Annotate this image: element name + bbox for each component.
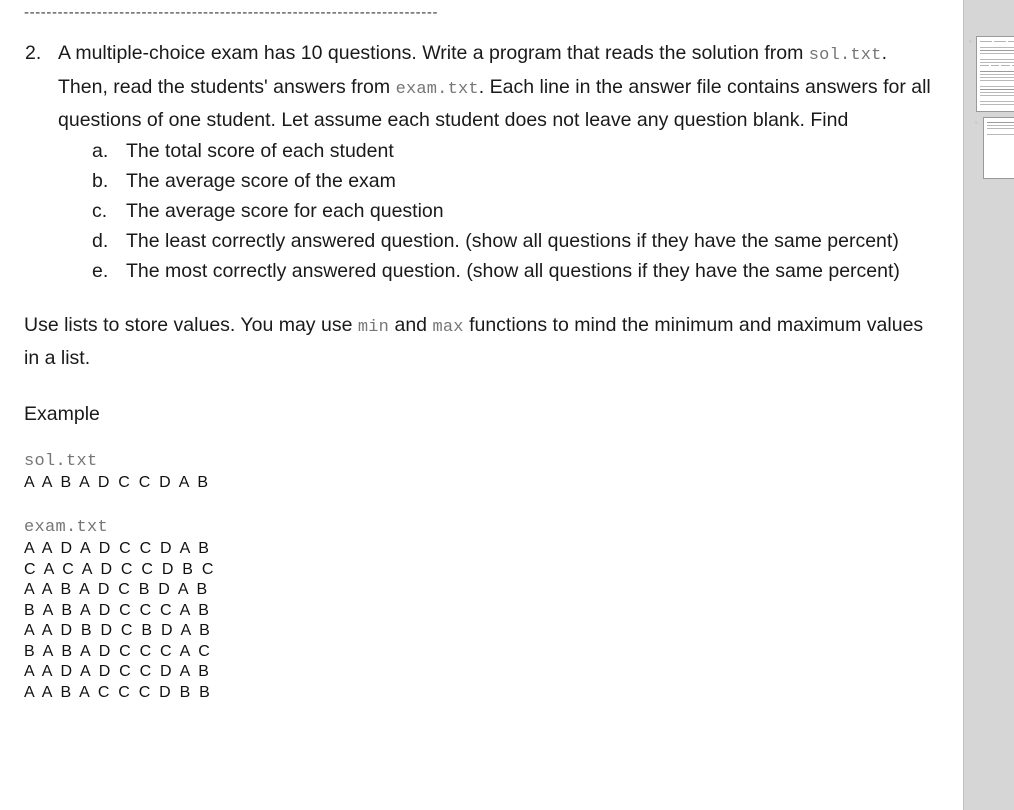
thumb-line [987,134,1014,135]
question-item-2: 2. A multiple-choice exam has 10 questio… [24,38,939,286]
document-page: ----------------------------------------… [0,2,963,703]
horizontal-divider-text: ----------------------------------------… [24,4,439,21]
exam-answer-row: A A B A C C C D B B [24,683,210,701]
thumb-line [980,50,1014,51]
subitem-b-text: The average score of the exam [126,169,396,192]
exam-txt-code-inline: exam.txt [395,79,479,99]
question-list: 2. A multiple-choice exam has 10 questio… [24,38,939,286]
thumb-line [980,101,1014,102]
thumb-line [980,77,1014,78]
subitem-a-marker: a. [92,139,109,162]
thumb-line [980,89,1014,90]
question-body: A multiple-choice exam has 10 questions.… [58,38,939,286]
thumb-line [980,59,1014,60]
document-viewer: ----------------------------------------… [0,0,1014,810]
page-2-tick-marks: ≡ [975,120,979,126]
hint-text-1: Use lists to store values. You may use [24,313,358,336]
thumb-line [980,41,1014,42]
sol-answer-row: A A B A D C C D A B [24,473,209,491]
thumb-line [980,56,1014,57]
sidebar-edge-divider [963,0,964,810]
thumb-line [980,47,1014,48]
exam-answer-row: B A B A D C C C A B [24,601,209,619]
thumb-line [980,83,1014,84]
subitem-b: b. The average score of the exam [58,166,939,196]
exam-file-block: exam.txt A A D A D C C D A B C A C A D C… [24,517,939,703]
thumb-line [987,125,1014,126]
max-code-inline: max [432,317,464,337]
exam-answer-row: A A B A D C B D A B [24,581,208,598]
subitem-a-text: The total score of each student [126,139,394,162]
thumb-line [980,62,1014,63]
thumbnail-page-2[interactable] [983,117,1014,179]
exam-answer-row: A A D A D C C D A B [24,540,209,557]
subitem-e: e. The most correctly answered question.… [58,256,939,286]
thumb-line [980,68,1014,69]
question-subitem-list: a. The total score of each student b. Th… [58,136,939,286]
hint-text-2: and [389,313,433,336]
thumb-line [980,86,1014,87]
sol-txt-code-inline: sol.txt [808,46,882,65]
exam-answer-row: B A B A D C C C A C [24,642,210,660]
subitem-c-text: The average score for each question [126,199,444,222]
subitem-b-marker: b. [92,169,109,192]
exam-answer-row: C A C A D C C D B C [24,560,214,578]
sol-file-block: sol.txt A A B A D C C D A B [24,451,939,494]
thumb-line [980,74,1014,75]
subitem-d-marker: d. [92,229,109,252]
subitem-c-marker: c. [92,199,108,222]
thumb-line [980,95,1014,96]
thumb-line [980,44,1014,45]
thumb-line [980,71,1014,72]
question-number: 2. [25,42,42,64]
thumb-line [980,65,1014,66]
thumb-line [980,80,1014,81]
thumb-line [980,53,1014,54]
example-label: Example [24,402,100,425]
subitem-d: d. The least correctly answered question… [58,226,939,256]
subitem-c: c. The average score for each question [58,196,939,226]
document-pane[interactable]: ----------------------------------------… [0,0,963,810]
exam-answer-row: A A D A D C C D A B [24,663,209,680]
subitem-e-marker: e. [92,259,109,282]
hint-paragraph: Use lists to store values. You may use m… [24,310,934,373]
thumbnail-page-1[interactable] [976,36,1014,112]
sol-file-name: sol.txt [24,451,98,471]
thumbnail-sidebar[interactable]: ≡ ≡ [963,0,1014,810]
thumb-line [980,98,1014,99]
subitem-a: a. The total score of each student [58,136,939,166]
subitem-d-text: The least correctly answered question. (… [126,229,899,252]
thumb-line [987,122,1014,123]
page-1-tick-marks: ≡ [969,39,973,45]
thumb-line [980,92,1014,93]
thumb-line [980,104,1014,105]
subitem-e-text: The most correctly answered question. (s… [126,259,900,282]
exam-answer-row: A A D B D C B D A B [24,622,210,639]
thumb-line [987,131,1014,132]
min-code-inline: min [357,317,390,337]
thumb-line [987,128,1014,129]
exam-file-name: exam.txt [24,518,109,537]
question-text-1: A multiple-choice exam has 10 questions.… [58,42,809,64]
